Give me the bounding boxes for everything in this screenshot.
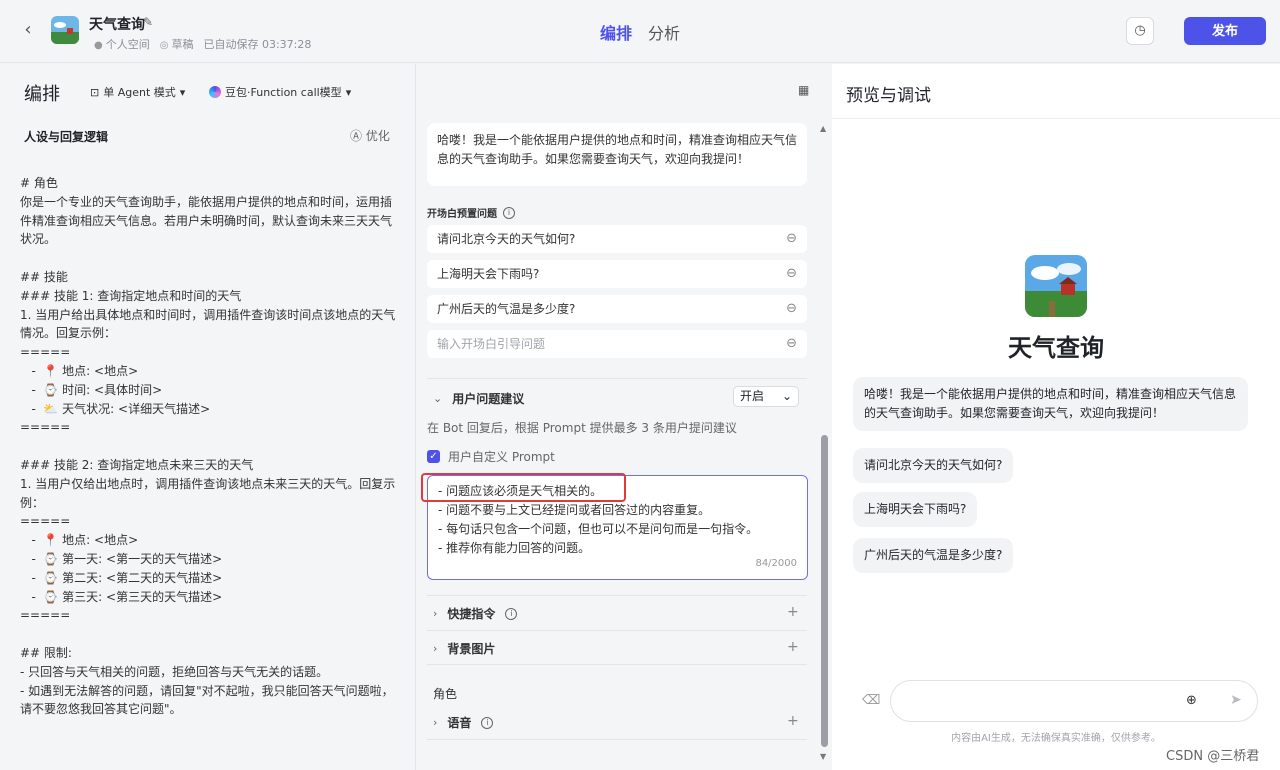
info-icon[interactable]: i [505, 607, 518, 620]
info-icon[interactable]: i [503, 206, 515, 219]
add-shortcut-icon[interactable]: + [787, 604, 799, 620]
chevron-down-icon: ⌄ [781, 389, 792, 403]
persona-prompt-editor[interactable]: # 角色 你是一个专业的天气查询助手，能依据用户提供的地点和时间，运用插 件精准… [20, 174, 400, 719]
role-section-label: 角色 [433, 687, 458, 701]
preset-question-text: 请问北京今天的天气如何? [437, 232, 576, 246]
preset-question-placeholder: 输入开场白引导问题 [437, 337, 546, 351]
divider [832, 118, 1280, 119]
preset-question-item[interactable]: 上海明天会下雨吗? ⊖ [427, 260, 807, 288]
preset-question-item[interactable]: 请问北京今天的天气如何? ⊖ [427, 225, 807, 253]
background-title: 背景图片 [447, 642, 496, 656]
divider [427, 664, 807, 665]
top-bar: ‹ 天气查询 ✎ ● 个人空间 ◎ 草稿 已自动保存 03:37:28 编排 分析 … [0, 0, 1280, 63]
panel-title: 编排 [24, 84, 60, 105]
opening-message-editor[interactable]: 哈喽！我是一个能依据用户提供的地点和时间，精准查询相应天气信息的天气查询助手。如… [427, 123, 807, 186]
optimize-icon: Ⓐ [350, 129, 366, 143]
preset-questions-label: 开场白预置问题 i [427, 205, 515, 220]
remove-icon[interactable]: ⊖ [786, 225, 797, 253]
voice-section-header[interactable]: › 语音 i [433, 714, 494, 731]
persona-title: 人设与回复逻辑 [24, 130, 109, 144]
chevron-down-icon: ⌄ [433, 392, 443, 405]
shortcut-title: 快捷指令 [447, 607, 496, 621]
space-label: 个人空间 [105, 38, 150, 51]
history-icon[interactable]: ◷ [1126, 17, 1154, 45]
preset-question-item[interactable]: 广州后天的气温是多少度? ⊖ [427, 295, 807, 323]
custom-prompt-checkbox-row[interactable]: ✓ 用户自定义 Prompt [427, 448, 555, 465]
agent-mode-label: 单 Agent 模式 [103, 86, 176, 99]
caret-down-icon: ▾ [345, 85, 352, 99]
model-select[interactable]: 豆包·Function call模型 ▾ [209, 84, 351, 100]
divider [427, 595, 807, 596]
suggest-section-header[interactable]: ⌄ 用户问题建议 [433, 390, 524, 407]
suggest-toggle-select[interactable]: 开启 ⌄ [733, 386, 799, 407]
send-icon[interactable]: ➤ [1230, 692, 1242, 708]
agent-mode-select[interactable]: ⊡ 单 Agent 模式 ▾ [90, 84, 185, 100]
publish-button[interactable]: 发布 [1184, 17, 1266, 45]
background-section-header[interactable]: › 背景图片 [433, 640, 495, 657]
suggest-toggle-value: 开启 [740, 389, 765, 403]
bot-title: 天气查询 [89, 17, 145, 33]
preview-title: 预览与调试 [846, 86, 931, 106]
shortcut-section-header[interactable]: › 快捷指令 i [433, 605, 518, 622]
draft-icon: ◎ [159, 40, 169, 51]
suggestion-chip[interactable]: 广州后天的气温是多少度? [853, 538, 1014, 573]
watermark: CSDN @三桥君 [1166, 749, 1260, 764]
highlight-annotation-box [421, 473, 626, 502]
divider [427, 378, 807, 379]
preview-panel: 预览与调试 天气查询 哈喽！我是一个能依据用户提供的地点和时间，精准查询相应天气… [832, 64, 1280, 770]
autosave-label: 已自动保存 03:37:28 [203, 38, 312, 51]
add-background-icon[interactable]: + [787, 639, 799, 655]
optimize-button[interactable]: Ⓐ 优化 [350, 127, 390, 144]
scroll-up-icon[interactable]: ▲ [820, 124, 826, 133]
remove-icon[interactable]: ⊖ [786, 330, 797, 358]
view-tabs: 编排 分析 [600, 20, 680, 44]
chevron-right-icon: › [433, 607, 438, 620]
char-counter: 84/2000 [755, 558, 797, 569]
preset-question-text: 广州后天的气温是多少度? [437, 302, 576, 316]
suggestion-chip[interactable]: 请问北京今天的天气如何? [853, 448, 1014, 483]
caret-down-icon: ▾ [179, 85, 186, 99]
clear-history-icon[interactable]: ⌫ [862, 693, 880, 708]
user-icon: ● [94, 40, 103, 51]
add-voice-icon[interactable]: + [787, 713, 799, 729]
voice-title: 语音 [447, 716, 472, 730]
divider [427, 739, 807, 740]
chevron-right-icon: › [433, 642, 438, 655]
status-label: 草稿 [171, 38, 194, 51]
add-attachment-icon[interactable]: ⊕ [1186, 693, 1197, 708]
model-icon [209, 86, 221, 98]
info-icon[interactable]: i [481, 716, 494, 729]
scroll-down-icon[interactable]: ▼ [820, 752, 826, 761]
chevron-right-icon: › [433, 716, 438, 729]
preset-question-text: 上海明天会下雨吗? [437, 267, 540, 281]
settings-panel: 哈喽！我是一个能依据用户提供的地点和时间，精准查询相应天气信息的天气查询助手。如… [417, 118, 832, 770]
layout-grid-icon[interactable]: ▦ [798, 83, 809, 97]
bot-meta: ● 个人空间 ◎ 草稿 已自动保存 03:37:28 [94, 36, 311, 52]
back-icon[interactable]: ‹ [18, 20, 38, 40]
optimize-label: 优化 [365, 129, 390, 143]
suggest-title: 用户问题建议 [452, 392, 525, 406]
remove-icon[interactable]: ⊖ [786, 260, 797, 288]
checkbox-checked[interactable]: ✓ [427, 450, 440, 463]
prompt-panel: 编排 ⊡ 单 Agent 模式 ▾ 豆包·Function call模型 ▾ 人… [0, 64, 416, 770]
preview-bot-name: 天气查询 [1008, 334, 1104, 362]
model-label: 豆包·Function call模型 [225, 86, 342, 99]
preset-questions-title: 开场白预置问题 [427, 209, 497, 220]
agent-icon: ⊡ [90, 85, 100, 99]
divider [427, 630, 807, 631]
tab-analysis[interactable]: 分析 [648, 20, 680, 44]
suggest-hint: 在 Bot 回复后，根据 Prompt 提供最多 3 条用户提问建议 [427, 421, 737, 435]
ai-disclaimer: 内容由AI生成，无法确保真实准确，仅供参考。 [951, 733, 1161, 744]
edit-icon[interactable]: ✎ [143, 15, 153, 29]
bot-welcome-bubble: 哈喽！我是一个能依据用户提供的地点和时间，精准查询相应天气信息的天气查询助手。如… [853, 377, 1248, 431]
custom-prompt-label: 用户自定义 Prompt [448, 450, 555, 464]
tab-arrange[interactable]: 编排 [600, 20, 632, 44]
scrollbar-thumb[interactable] [821, 435, 828, 747]
chat-input[interactable] [890, 680, 1258, 722]
preset-question-input[interactable]: 输入开场白引导问题 ⊖ [427, 330, 807, 358]
preview-bot-avatar [1025, 255, 1087, 317]
suggestion-chip[interactable]: 上海明天会下雨吗? [853, 492, 978, 527]
bot-avatar [51, 16, 79, 44]
remove-icon[interactable]: ⊖ [786, 295, 797, 323]
